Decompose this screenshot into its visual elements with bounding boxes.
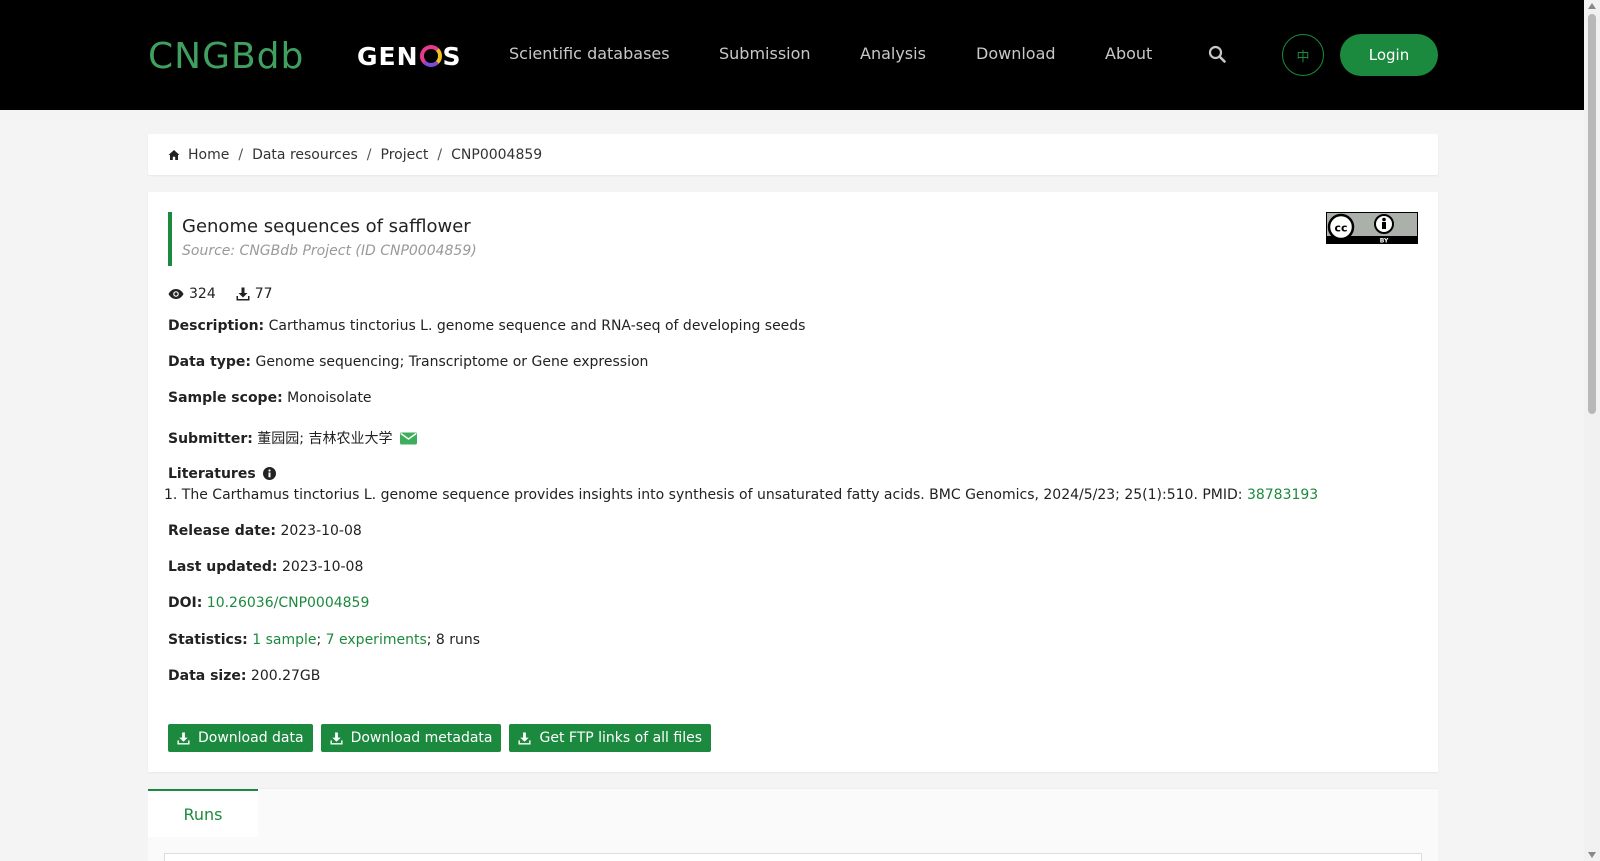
breadcrumb-data-resources[interactable]: Data resources bbox=[252, 147, 358, 163]
runs-table-container bbox=[164, 853, 1422, 861]
statistics-row: Statistics: 1 sample; 7 experiments; 8 r… bbox=[168, 632, 480, 648]
page-scrollbar[interactable] bbox=[1584, 0, 1600, 861]
nav-download[interactable]: Download bbox=[976, 44, 1056, 63]
genos-logo[interactable]: GEN S bbox=[357, 42, 462, 71]
experiments-link[interactable]: 7 experiments bbox=[326, 632, 427, 648]
literatures-label: Literatures bbox=[168, 466, 256, 482]
download-icon bbox=[518, 731, 532, 745]
last-updated-row: Last updated: 2023-10-08 bbox=[168, 559, 363, 575]
download-data-label: Download data bbox=[198, 730, 304, 746]
data-type-value: Genome sequencing; Transcriptome or Gene… bbox=[255, 354, 649, 370]
submitter-label: Submitter: bbox=[168, 431, 253, 447]
cngbdb-logo[interactable]: CNGBdb bbox=[148, 36, 304, 77]
breadcrumb-separator: / bbox=[366, 146, 372, 163]
cc-by-license-badge[interactable]: cc BY bbox=[1326, 212, 1418, 244]
statistics-label: Statistics: bbox=[168, 632, 248, 648]
data-size-label: Data size: bbox=[168, 668, 247, 684]
title-block: Genome sequences of safflower Source: CN… bbox=[168, 212, 477, 266]
doi-link[interactable]: 10.26036/CNP0004859 bbox=[207, 595, 370, 611]
pmid-link[interactable]: 38783193 bbox=[1247, 487, 1318, 503]
tab-runs[interactable]: Runs bbox=[148, 789, 258, 837]
search-icon[interactable] bbox=[1208, 45, 1226, 63]
last-updated-value: 2023-10-08 bbox=[282, 559, 364, 575]
top-navbar: CNGBdb GEN S Scientific databases Submiss… bbox=[0, 0, 1584, 110]
download-icon bbox=[177, 731, 190, 745]
scroll-down-icon[interactable] bbox=[1588, 852, 1596, 858]
download-actions: Download data Download metadata Get FTP … bbox=[168, 724, 719, 752]
eye-icon bbox=[168, 289, 184, 299]
description-value: Carthamus tinctorius L. genome sequence … bbox=[268, 318, 806, 334]
breadcrumb: Home / Data resources / Project / CNP000… bbox=[148, 134, 1438, 175]
release-date-row: Release date: 2023-10-08 bbox=[168, 523, 362, 539]
download-count-icon bbox=[236, 287, 250, 301]
submitter-value: 董园园; 吉林农业大学 bbox=[257, 431, 393, 447]
breadcrumb-current: CNP0004859 bbox=[451, 146, 543, 163]
ftp-links-button[interactable]: Get FTP links of all files bbox=[509, 724, 712, 752]
nav-scientific-databases[interactable]: Scientific databases bbox=[509, 44, 670, 63]
source-line: Source: CNGBdb Project (ID CNP0004859) bbox=[182, 243, 477, 259]
data-size-row: Data size: 200.27GB bbox=[168, 668, 320, 684]
view-count: 324 bbox=[189, 286, 216, 302]
nav-about[interactable]: About bbox=[1105, 44, 1152, 63]
statistics-separator: ; bbox=[316, 632, 322, 648]
svg-text:cc: cc bbox=[1334, 222, 1347, 235]
literature-item: 1. The Carthamus tinctorius L. genome se… bbox=[164, 487, 1318, 503]
login-button[interactable]: Login bbox=[1340, 34, 1438, 76]
genos-logo-text-end: S bbox=[442, 42, 462, 71]
data-type-label: Data type: bbox=[168, 354, 252, 370]
home-icon bbox=[168, 149, 180, 160]
literatures-row: Literatures bbox=[168, 466, 277, 482]
nav-analysis[interactable]: Analysis bbox=[860, 44, 926, 63]
download-count: 77 bbox=[254, 286, 273, 302]
genos-o-icon bbox=[419, 45, 442, 67]
description-label: Description: bbox=[168, 318, 265, 334]
ftp-links-label: Get FTP links of all files bbox=[539, 730, 703, 746]
nav-submission[interactable]: Submission bbox=[719, 44, 811, 63]
runs-count: ; 8 runs bbox=[426, 632, 481, 648]
literature-citation: 1. The Carthamus tinctorius L. genome se… bbox=[164, 487, 1247, 503]
download-metadata-button[interactable]: Download metadata bbox=[320, 724, 502, 752]
svg-text:BY: BY bbox=[1380, 238, 1389, 245]
doi-row: DOI: 10.26036/CNP0004859 bbox=[168, 595, 369, 611]
envelope-icon[interactable] bbox=[399, 432, 417, 445]
genos-logo-text-start: GEN bbox=[357, 42, 419, 71]
stats-row: 324 77 bbox=[168, 286, 293, 302]
breadcrumb-home[interactable]: Home bbox=[188, 147, 229, 163]
language-toggle-button[interactable]: 中 bbox=[1282, 34, 1324, 76]
scroll-up-icon[interactable] bbox=[1588, 3, 1596, 9]
sample-scope-value: Monoisolate bbox=[287, 390, 372, 406]
last-updated-label: Last updated: bbox=[168, 559, 278, 575]
release-date-value: 2023-10-08 bbox=[280, 523, 362, 539]
sample-scope-label: Sample scope: bbox=[168, 390, 283, 406]
page-title: Genome sequences of safflower bbox=[182, 216, 471, 237]
description-row: Description: Carthamus tinctorius L. gen… bbox=[168, 318, 805, 334]
samples-link[interactable]: 1 sample bbox=[252, 632, 316, 648]
data-size-value: 200.27GB bbox=[250, 668, 321, 684]
submitter-row: Submitter: 董园园; 吉林农业大学 bbox=[168, 428, 417, 448]
breadcrumb-separator: / bbox=[238, 146, 244, 163]
breadcrumb-project[interactable]: Project bbox=[381, 147, 429, 163]
doi-label: DOI: bbox=[168, 595, 203, 611]
info-icon[interactable] bbox=[263, 467, 277, 480]
download-icon bbox=[330, 731, 343, 745]
tabs-panel: Runs bbox=[148, 788, 1438, 861]
sample-scope-row: Sample scope: Monoisolate bbox=[168, 390, 372, 406]
breadcrumb-separator: / bbox=[437, 146, 443, 163]
scrollbar-thumb[interactable] bbox=[1588, 14, 1596, 414]
download-data-button[interactable]: Download data bbox=[168, 724, 313, 752]
project-detail-card: Genome sequences of safflower Source: CN… bbox=[148, 192, 1438, 772]
release-date-label: Release date: bbox=[168, 523, 276, 539]
download-metadata-label: Download metadata bbox=[350, 730, 493, 746]
data-type-row: Data type: Genome sequencing; Transcript… bbox=[168, 354, 648, 370]
